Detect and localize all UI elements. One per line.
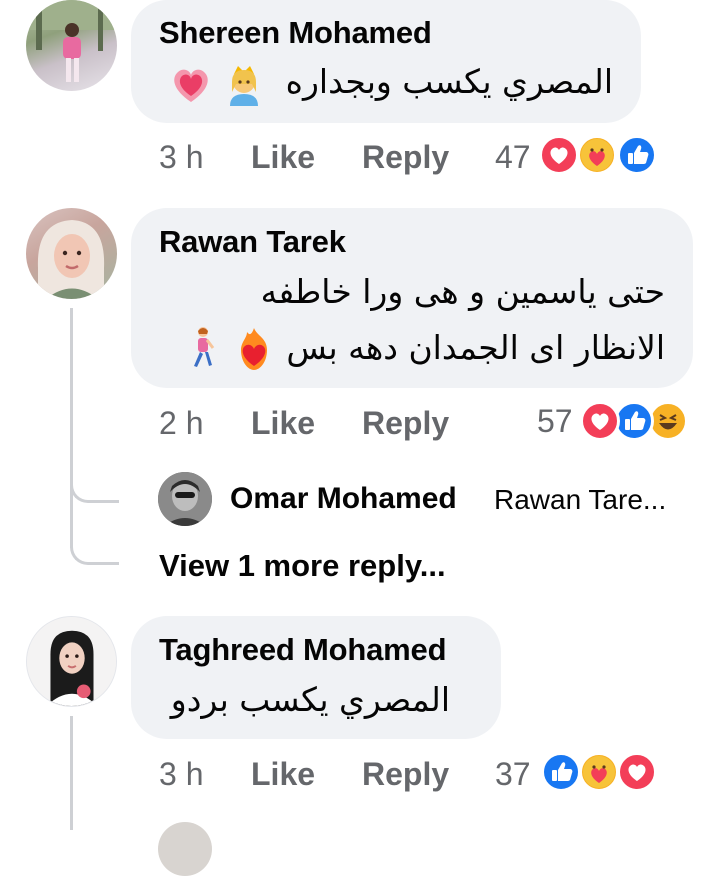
like-button[interactable]: Like xyxy=(251,405,315,442)
reaction-count[interactable]: 57 xyxy=(537,403,573,440)
like-reaction-icon xyxy=(614,401,654,441)
reply-button[interactable]: Reply xyxy=(362,405,449,442)
care-reaction-icon xyxy=(579,752,619,792)
like-button[interactable]: Like xyxy=(251,139,315,176)
thread-line xyxy=(70,308,73,548)
thread-branch xyxy=(70,460,119,503)
person-walking-emoji-icon xyxy=(194,327,215,367)
avatar-taghreed[interactable] xyxy=(26,616,117,707)
profile-photo xyxy=(158,472,212,526)
reactions-summary[interactable] xyxy=(541,752,661,794)
love-reaction-icon xyxy=(580,401,620,441)
profile-photo xyxy=(27,617,116,706)
view-more-replies-link[interactable]: View 1 more reply... xyxy=(159,548,446,584)
love-reaction-icon xyxy=(539,135,579,175)
like-button[interactable]: Like xyxy=(251,756,315,793)
love-reaction-icon xyxy=(617,752,657,792)
reply-button[interactable]: Reply xyxy=(362,756,449,793)
reply-button[interactable]: Reply xyxy=(362,139,449,176)
avatar-next-reply[interactable] xyxy=(158,822,212,876)
thread-line xyxy=(70,716,73,830)
comment-time[interactable]: 2 h xyxy=(159,405,203,442)
profile-photo xyxy=(26,0,117,82)
comment-time[interactable]: 3 h xyxy=(159,139,203,176)
comment-text-line-1: حتى ياسمين و هى ورا خاطفه xyxy=(260,272,665,311)
comment-time[interactable]: 3 h xyxy=(159,756,203,793)
like-reaction-icon xyxy=(541,752,581,792)
reply-preview-snippet[interactable]: Rawan Tare... xyxy=(494,484,666,516)
comment-author[interactable]: Taghreed Mohamed xyxy=(159,632,447,668)
care-reaction-icon xyxy=(577,135,617,175)
reply-preview-author[interactable]: Omar Mohamed xyxy=(230,482,457,516)
reaction-count[interactable]: 47 xyxy=(495,139,531,176)
profile-photo xyxy=(37,220,105,299)
avatar-shereen[interactable] xyxy=(26,0,117,91)
comment-text: المصري يكسب وبجداره xyxy=(285,62,613,101)
heart-on-fire-emoji-icon xyxy=(241,328,267,370)
comment-text: المصري يكسب بردو xyxy=(170,680,450,719)
sparkling-heart-emoji-icon xyxy=(174,69,208,102)
reactions-summary[interactable] xyxy=(580,401,700,443)
reaction-count[interactable]: 37 xyxy=(495,756,531,793)
haha-reaction-icon xyxy=(648,401,688,441)
comment-author[interactable]: Rawan Tarek xyxy=(159,224,346,260)
like-reaction-icon xyxy=(617,135,657,175)
princess-emoji-icon xyxy=(230,66,258,106)
comment-text-line-2: الانظار اى الجمدان دهه بس xyxy=(286,328,665,367)
reactions-summary[interactable] xyxy=(539,135,659,177)
avatar-rawan[interactable] xyxy=(26,208,117,299)
thread-branch xyxy=(70,522,119,565)
avatar-omar[interactable] xyxy=(158,472,212,526)
comment-author[interactable]: Shereen Mohamed xyxy=(159,15,432,51)
